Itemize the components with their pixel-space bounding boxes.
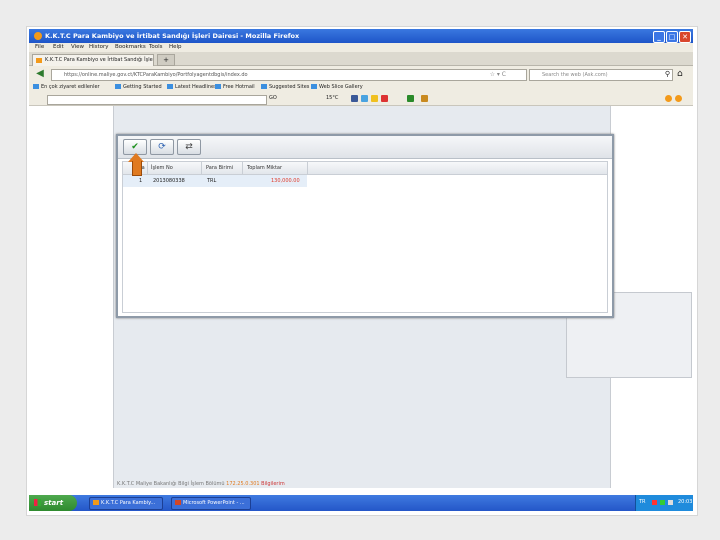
taskbar-item-firefox[interactable]: K.K.T.C Para Kambiy... xyxy=(89,497,163,510)
system-tray: TR 20:03 xyxy=(635,495,693,511)
slide-frame: K.K.T.C Para Kambiyo ve İrtibat Sandığı … xyxy=(26,26,698,516)
column-divider xyxy=(307,162,308,174)
tray-icon[interactable] xyxy=(660,500,665,505)
row-index-cell: 1 xyxy=(139,178,143,184)
youtube-icon[interactable] xyxy=(381,95,388,102)
favicon-icon xyxy=(36,58,42,63)
bookmark-web-slice-gallery[interactable]: Web Slice Gallery xyxy=(311,84,363,90)
bookmark-star-icon[interactable]: ☆ ▾ C xyxy=(490,71,506,78)
column-divider xyxy=(147,162,148,174)
bookmark-label: Web Slice Gallery xyxy=(319,84,363,90)
minimize-button[interactable]: _ xyxy=(653,31,665,43)
mail-icon[interactable] xyxy=(421,95,428,102)
addon-toolbar: GO 15°C xyxy=(29,93,693,106)
navigation-bar: ◀ https://online.maliye.gov.ct/KTCParaKa… xyxy=(29,66,693,82)
bookmark-label: Latest Headlines xyxy=(175,84,217,90)
volume-icon[interactable] xyxy=(668,500,673,505)
menu-view[interactable]: View xyxy=(71,44,84,50)
menu-bookmarks[interactable]: Bookmarks xyxy=(115,44,146,50)
islem-no-cell: 2013080338 xyxy=(153,178,185,184)
table-row[interactable]: 1 2013080338 TRL 130,000.00 xyxy=(123,175,307,187)
menu-tools[interactable]: Tools xyxy=(149,44,163,50)
bookmark-getting-started[interactable]: Getting Started xyxy=(115,84,162,90)
bookmark-latest-headlines[interactable]: Latest Headlines xyxy=(167,84,217,90)
task-label: K.K.T.C Para Kambiy... xyxy=(101,500,156,506)
home-icon[interactable]: ⌂ xyxy=(677,69,683,79)
maximize-button[interactable]: □ xyxy=(666,31,678,43)
addon-orange-icon[interactable] xyxy=(665,95,672,102)
go-button[interactable]: GO xyxy=(269,95,277,101)
bookmark-most-visited[interactable]: En çok ziyaret edilenler xyxy=(33,84,100,90)
bookmark-label: Getting Started xyxy=(123,84,162,90)
facebook-icon[interactable] xyxy=(351,95,358,102)
start-label: start xyxy=(44,499,64,507)
tab-active[interactable]: K.K.T.C Para Kambiyo ve İrtibat Sandığı … xyxy=(32,54,154,66)
menu-file[interactable]: File xyxy=(35,44,44,50)
tab-label: K.K.T.C Para Kambiyo ve İrtibat Sandığı … xyxy=(45,57,153,63)
footer-ip: 172.25.0.301 xyxy=(226,481,260,487)
new-tab-button[interactable]: + xyxy=(157,54,175,66)
table-header: Sıra İşlem No Para Birimi Toplam Miktar xyxy=(123,162,607,175)
firefox-icon xyxy=(34,32,42,40)
start-button[interactable]: start xyxy=(29,495,77,511)
media-icon[interactable] xyxy=(407,95,414,102)
twitter-icon[interactable] xyxy=(361,95,368,102)
language-indicator[interactable]: TR xyxy=(639,499,646,505)
search-input[interactable]: Search the web (Ask.com) ⚲ xyxy=(529,69,673,81)
weather-temperature: 15°C xyxy=(326,95,339,101)
bookmark-label: Free Hotmail xyxy=(223,84,255,90)
refresh-button[interactable]: ⟳ xyxy=(150,139,174,155)
clock: 20:03 xyxy=(678,499,693,505)
bookmark-label: En çok ziyaret edilenler xyxy=(41,84,100,90)
tab-strip: K.K.T.C Para Kambiyo ve İrtibat Sandığı … xyxy=(29,52,693,66)
toolbar-search-input[interactable] xyxy=(47,95,267,105)
windows-taskbar: start K.K.T.C Para Kambiy... Microsoft P… xyxy=(29,495,693,511)
dialog-toolbar: ✔ ⟳ ⇄ xyxy=(118,136,612,159)
transaction-table: Sıra İşlem No Para Birimi Toplam Miktar … xyxy=(122,161,608,313)
column-divider xyxy=(201,162,202,174)
taskbar-item-powerpoint[interactable]: Microsoft PowerPoint - ... xyxy=(171,497,251,510)
highlight-arrow-stem xyxy=(132,161,142,176)
windows-logo-icon xyxy=(34,499,41,506)
menu-history[interactable]: History xyxy=(89,44,109,50)
toplam-miktar-cell: 130,000.00 xyxy=(271,178,300,184)
footer-link[interactable]: Bilgilerim xyxy=(261,481,285,487)
para-birimi-cell: TRL xyxy=(207,178,217,184)
addon-search-icon[interactable] xyxy=(675,95,682,102)
address-bar[interactable]: https://online.maliye.gov.ct/KTCParaKamb… xyxy=(51,69,527,81)
column-divider xyxy=(242,162,243,174)
browser-screenshot: K.K.T.C Para Kambiyo ve İrtibat Sandığı … xyxy=(29,29,693,511)
column-header-islem-no[interactable]: İşlem No xyxy=(151,165,173,171)
task-label: Microsoft PowerPoint - ... xyxy=(183,500,245,506)
bookmarks-toolbar: En çok ziyaret edilenler Getting Started… xyxy=(29,82,693,93)
column-header-para-birimi[interactable]: Para Birimi xyxy=(206,165,233,171)
bookmark-suggested-sites[interactable]: Suggested Sites xyxy=(261,84,309,90)
menu-help[interactable]: Help xyxy=(169,44,182,50)
search-placeholder: Search the web (Ask.com) xyxy=(542,72,608,78)
back-arrow-icon[interactable]: ◀ xyxy=(34,68,46,80)
smiley-icon[interactable] xyxy=(371,95,378,102)
close-button[interactable]: ✕ xyxy=(679,31,691,43)
page-content: ✔ ⟳ ⇄ Sıra İşlem No Para Birimi Toplam M… xyxy=(29,106,693,491)
window-titlebar: K.K.T.C Para Kambiyo ve İrtibat Sandığı … xyxy=(29,29,693,43)
menu-bar: File Edit View History Bookmarks Tools H… xyxy=(29,43,693,52)
window-title: K.K.T.C Para Kambiyo ve İrtibat Sandığı … xyxy=(45,32,300,40)
status-footer: K.K.T.C Maliye Bakanlığı Bilgi İşlem Böl… xyxy=(117,481,285,487)
menu-edit[interactable]: Edit xyxy=(53,44,64,50)
tray-icon[interactable] xyxy=(652,500,657,505)
bookmark-free-hotmail[interactable]: Free Hotmail xyxy=(215,84,255,90)
transfer-button[interactable]: ⇄ xyxy=(177,139,201,155)
bookmark-label: Suggested Sites xyxy=(269,84,310,90)
footer-text: K.K.T.C Maliye Bakanlığı Bilgi İşlem Böl… xyxy=(117,481,225,487)
search-icon[interactable]: ⚲ xyxy=(665,70,670,78)
column-header-toplam-miktar[interactable]: Toplam Miktar xyxy=(247,165,282,171)
url-text: https://online.maliye.gov.ct/KTCParaKamb… xyxy=(64,72,248,78)
transaction-dialog: ✔ ⟳ ⇄ Sıra İşlem No Para Birimi Toplam M… xyxy=(116,134,614,318)
